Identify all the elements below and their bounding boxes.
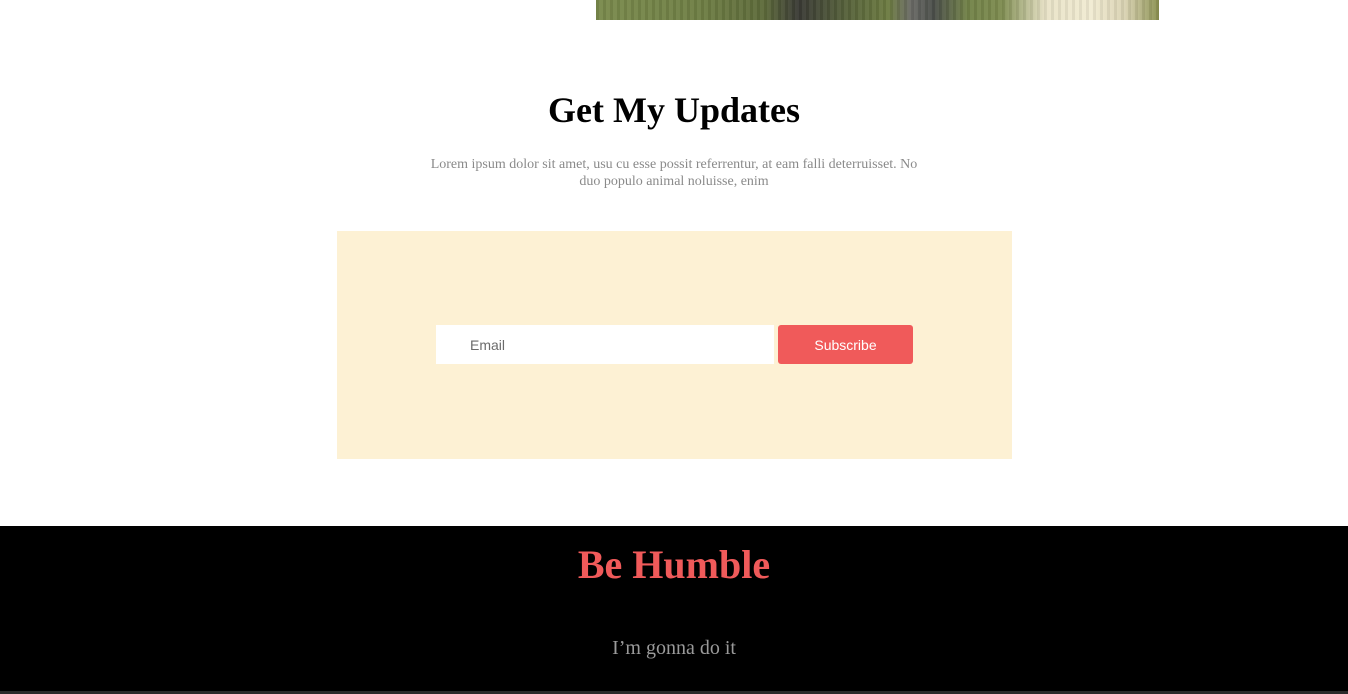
email-input[interactable] xyxy=(436,325,774,364)
page: Get My Updates Lorem ipsum dolor sit ame… xyxy=(0,0,1348,694)
updates-title: Get My Updates xyxy=(548,90,800,130)
footer-tagline: I’m gonna do it xyxy=(612,637,736,659)
updates-description: Lorem ipsum dolor sit amet, usu cu esse … xyxy=(430,157,918,189)
subscribe-button[interactable]: Subscribe xyxy=(778,325,913,364)
footer: Be Humble I’m gonna do it xyxy=(0,526,1348,694)
footer-title: Be Humble xyxy=(577,542,771,587)
featured-photo xyxy=(596,0,1159,20)
